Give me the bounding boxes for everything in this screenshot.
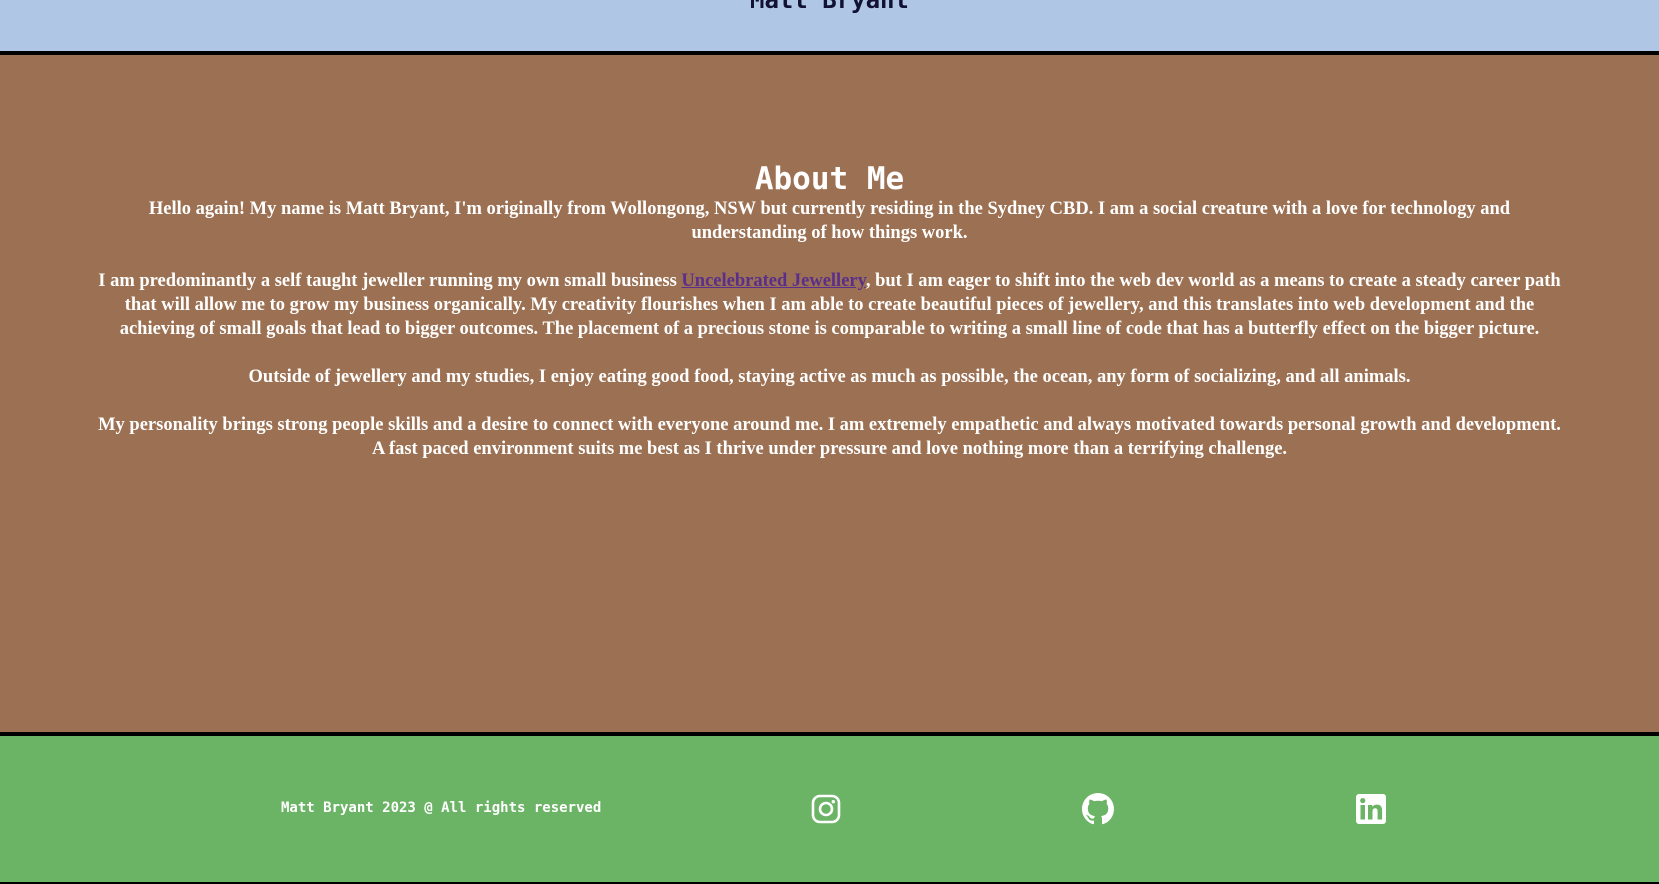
site-footer: Matt Bryant 2023 @ All rights reserved: [0, 732, 1659, 884]
site-header: Matt Bryant: [0, 0, 1659, 55]
instagram-link[interactable]: [810, 793, 842, 825]
about-paragraph-hobbies: Outside of jewellery and my studies, I e…: [248, 367, 1411, 387]
about-paragraph-business: I am predominantly a self taught jewelle…: [90, 269, 1569, 341]
site-title: Matt Bryant: [750, 0, 909, 14]
business-text-before: I am predominantly a self taught jewelle…: [98, 271, 682, 291]
linkedin-link[interactable]: [1355, 793, 1387, 825]
linkedin-icon: [1355, 793, 1387, 825]
about-body: Hello again! My name is Matt Bryant, I'm…: [90, 197, 1569, 485]
about-paragraph-personality: My personality brings strong people skil…: [98, 415, 1561, 459]
github-icon: [1082, 793, 1114, 825]
copyright-text: Matt Bryant 2023 @ All rights reserved: [281, 800, 602, 816]
about-paragraph-intro: Hello again! My name is Matt Bryant, I'm…: [148, 199, 1511, 243]
uncelebrated-jewellery-link[interactable]: Uncelebrated Jewellery: [681, 271, 865, 291]
about-title: About Me: [754, 161, 905, 197]
about-section: About Me Hello again! My name is Matt Br…: [0, 55, 1659, 732]
instagram-icon: [810, 793, 842, 825]
github-link[interactable]: [1082, 793, 1114, 825]
